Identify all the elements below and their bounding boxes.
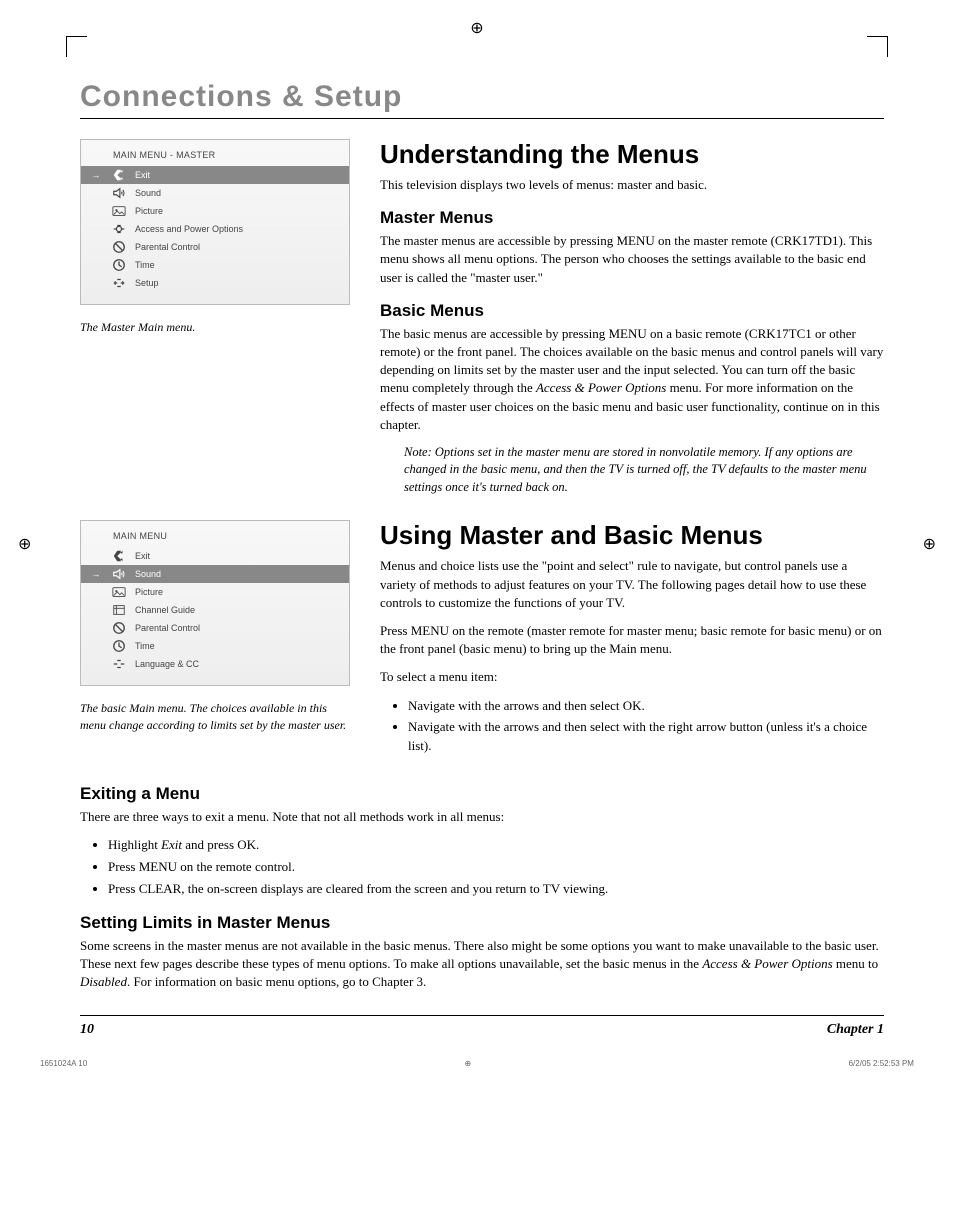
menu-title: MAIN MENU - MASTER: [81, 140, 349, 166]
print-footer-center: ⊕: [465, 1059, 472, 1068]
menu-items: → Exit Sound Picture Access and Power Option…: [81, 166, 349, 292]
menu-item-label: Language & CC: [135, 659, 339, 669]
heading-limits: Setting Limits in Master Menus: [80, 913, 884, 933]
menu-items: Exit → Sound Picture Channel Guide Parental C…: [81, 547, 349, 673]
menu-item-label: Time: [135, 641, 339, 651]
master-menus-text: The master menus are accessible by press…: [380, 232, 884, 287]
basic-menu-caption: The basic Main menu. The choices availab…: [80, 700, 350, 732]
menu-item-label: Exit: [135, 170, 339, 180]
parental-icon: [111, 621, 127, 635]
exit-icon: [111, 549, 127, 563]
menu-item-label: Time: [135, 260, 339, 270]
menu-item-label: Picture: [135, 587, 339, 597]
setup-icon: [111, 276, 127, 290]
arrow-icon: →: [89, 170, 103, 180]
list-item: Highlight Exit and press OK.: [108, 836, 884, 855]
section-title: Connections & Setup: [80, 80, 884, 114]
print-footer-right: 6/2/05 2:52:53 PM: [849, 1059, 914, 1068]
time-icon: [111, 639, 127, 653]
picture-icon: [111, 585, 127, 599]
menu-item-label: Picture: [135, 206, 339, 216]
master-menu-box: MAIN MENU - MASTER → Exit Sound Picture Acce…: [80, 139, 350, 305]
menu-item-label: Exit: [135, 551, 339, 561]
using-text-3: To select a menu item:: [380, 668, 884, 686]
menu-item-label: Setup: [135, 278, 339, 288]
heading-exiting: Exiting a Menu: [80, 784, 884, 804]
intro-text: This television displays two levels of m…: [380, 176, 884, 194]
menu-row[interactable]: Access and Power Options: [81, 220, 349, 238]
divider: [80, 118, 884, 119]
menu-row[interactable]: Parental Control: [81, 238, 349, 256]
lang-icon: [111, 657, 127, 671]
page-footer: 10 Chapter 1: [80, 1015, 884, 1038]
list-item: Navigate with the arrows and then select…: [408, 697, 884, 716]
chapter-label: Chapter 1: [827, 1022, 884, 1038]
picture-icon: [111, 204, 127, 218]
menu-row[interactable]: → Exit: [81, 166, 349, 184]
menu-item-label: Sound: [135, 569, 339, 579]
menu-row[interactable]: Picture: [81, 583, 349, 601]
exit-text: There are three ways to exit a menu. Not…: [80, 808, 884, 826]
list-item: Press CLEAR, the on-screen displays are …: [108, 880, 884, 899]
heading-using: Using Master and Basic Menus: [380, 520, 884, 551]
heading-understanding: Understanding the Menus: [380, 139, 884, 170]
heading-basic-menus: Basic Menus: [380, 301, 884, 321]
page-number: 10: [80, 1022, 94, 1038]
time-icon: [111, 258, 127, 272]
menu-item-label: Sound: [135, 188, 339, 198]
using-text-2: Press MENU on the remote (master remote …: [380, 622, 884, 658]
list-item: Press MENU on the remote control.: [108, 858, 884, 877]
print-footer-left: 1651024A 10: [40, 1059, 87, 1068]
master-menu-caption: The Master Main menu.: [80, 319, 350, 335]
print-footer: 1651024A 10 ⊕ 6/2/05 2:52:53 PM: [40, 1059, 914, 1068]
limits-text: Some screens in the master menus are not…: [80, 937, 884, 992]
sound-icon: [111, 567, 127, 581]
menu-row[interactable]: Parental Control: [81, 619, 349, 637]
access-icon: [111, 222, 127, 236]
menu-item-label: Access and Power Options: [135, 224, 339, 234]
using-text-1: Menus and choice lists use the "point an…: [380, 557, 884, 612]
parental-icon: [111, 240, 127, 254]
menu-row[interactable]: Exit: [81, 547, 349, 565]
menu-item-label: Parental Control: [135, 623, 339, 633]
list-item: Navigate with the arrows and then select…: [408, 718, 884, 756]
menu-row[interactable]: Time: [81, 256, 349, 274]
menu-title: MAIN MENU: [81, 521, 349, 547]
note-text: Note: Options set in the master menu are…: [404, 444, 884, 497]
menu-row[interactable]: Sound: [81, 184, 349, 202]
menu-row[interactable]: Picture: [81, 202, 349, 220]
menu-item-label: Parental Control: [135, 242, 339, 252]
menu-row[interactable]: Channel Guide: [81, 601, 349, 619]
heading-master-menus: Master Menus: [380, 208, 884, 228]
exit-list: Highlight Exit and press OK. Press MENU …: [80, 836, 884, 899]
menu-row[interactable]: Setup: [81, 274, 349, 292]
basic-menus-text: The basic menus are accessible by pressi…: [380, 325, 884, 434]
sound-icon: [111, 186, 127, 200]
arrow-icon: →: [89, 569, 103, 579]
basic-menu-box: MAIN MENU Exit → Sound Picture Channel Guide…: [80, 520, 350, 686]
menu-item-label: Channel Guide: [135, 605, 339, 615]
menu-row[interactable]: → Sound: [81, 565, 349, 583]
using-list: Navigate with the arrows and then select…: [380, 697, 884, 757]
menu-row[interactable]: Language & CC: [81, 655, 349, 673]
guide-icon: [111, 603, 127, 617]
menu-row[interactable]: Time: [81, 637, 349, 655]
exit-icon: [111, 168, 127, 182]
